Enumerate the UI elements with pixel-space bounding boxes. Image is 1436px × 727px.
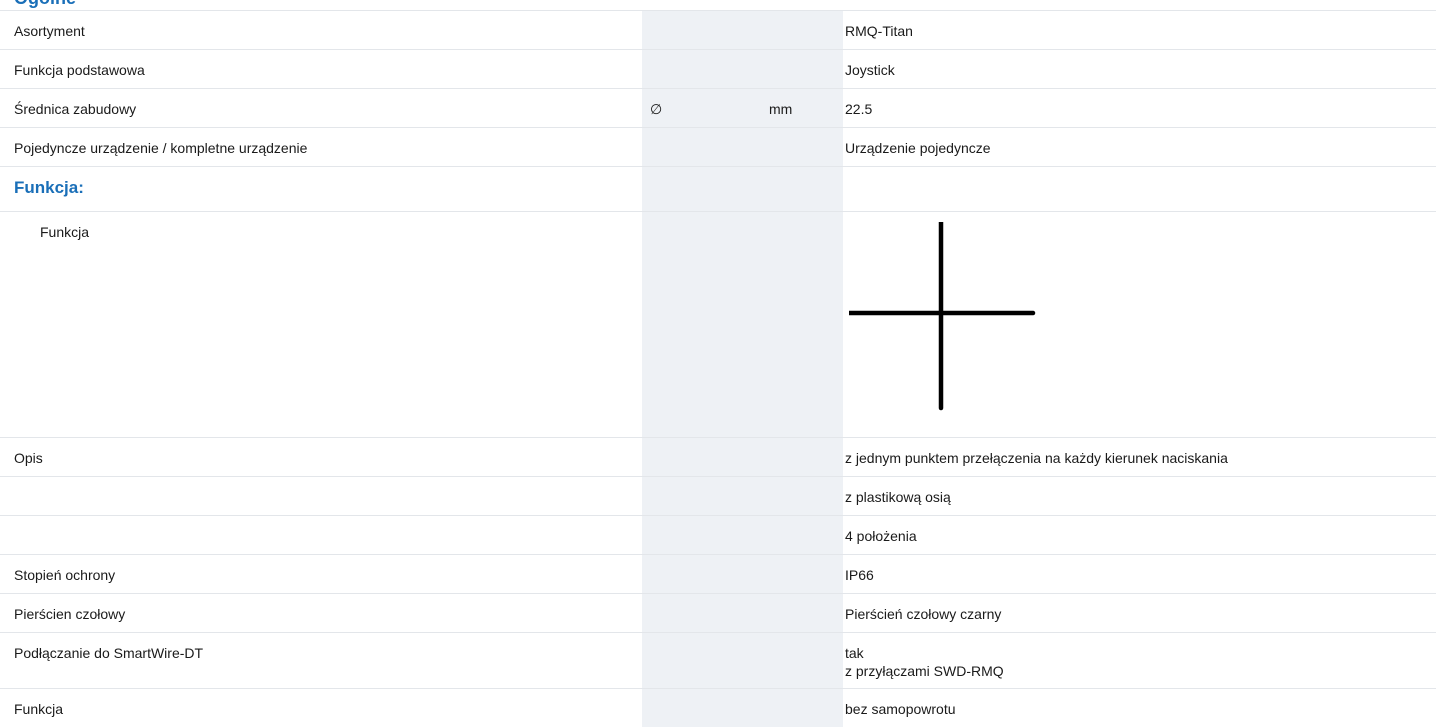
row-symbol xyxy=(650,50,766,61)
spec-table: Asortyment RMQ-Titan Funkcja podstawowa … xyxy=(0,10,1436,727)
table-row: Stopień ochrony IP66 xyxy=(0,555,1436,594)
section-header-row: Funkcja: xyxy=(0,167,1436,212)
row-label: Opis xyxy=(14,438,642,467)
row-value: z plastikową osią xyxy=(845,477,1436,506)
row-unit xyxy=(769,50,843,61)
row-value: 22.5 xyxy=(845,89,1436,118)
row-value: Joystick xyxy=(845,50,1436,79)
row-value: bez samopowrotu xyxy=(845,689,1436,718)
row-label: Pojedyncze urządzenie / kompletne urządz… xyxy=(14,128,642,157)
top-heading-strip: Ogólne xyxy=(0,0,1436,10)
table-row: Pierścien czołowy Pierścień czołowy czar… xyxy=(0,594,1436,633)
table-row: 4 położenia xyxy=(0,516,1436,555)
row-label: Asortyment xyxy=(14,11,642,40)
row-value-line: tak xyxy=(845,644,1436,662)
section-title-function: Funkcja: xyxy=(14,167,642,197)
row-label: Średnica zabudowy xyxy=(14,89,642,118)
row-value: IP66 xyxy=(845,555,1436,584)
table-row: Podłączanie do SmartWire-DT tak z przyłą… xyxy=(0,633,1436,689)
row-label: Podłączanie do SmartWire-DT xyxy=(14,633,642,662)
table-row: Pojedyncze urządzenie / kompletne urządz… xyxy=(0,128,1436,167)
table-row: Asortyment RMQ-Titan xyxy=(0,11,1436,50)
diameter-symbol: ∅ xyxy=(650,89,766,118)
row-symbol xyxy=(650,11,766,22)
row-value-line: z przyłączami SWD-RMQ xyxy=(845,662,1436,680)
table-row: Funkcja xyxy=(0,212,1436,438)
row-value: tak z przyłączami SWD-RMQ xyxy=(845,633,1436,680)
row-label: Funkcja podstawowa xyxy=(14,50,642,79)
section-heading-general: Ogólne xyxy=(14,0,76,9)
joystick-cross-symbol-icon xyxy=(849,222,1049,422)
row-value: RMQ-Titan xyxy=(845,11,1436,40)
row-unit xyxy=(769,128,843,139)
row-label: Pierścien czołowy xyxy=(14,594,642,623)
row-value: Urządzenie pojedyncze xyxy=(845,128,1436,157)
row-value: 4 położenia xyxy=(845,516,1436,545)
row-symbol xyxy=(650,128,766,139)
row-label xyxy=(14,477,642,488)
row-value: z jednym punktem przełączenia na każdy k… xyxy=(845,438,1436,467)
table-row: Średnica zabudowy ∅ mm 22.5 xyxy=(0,89,1436,128)
row-unit: mm xyxy=(769,89,843,118)
row-label: Funkcja xyxy=(14,212,642,241)
table-row: Funkcja bez samopowrotu xyxy=(0,689,1436,727)
table-row: Funkcja podstawowa Joystick xyxy=(0,50,1436,89)
table-row: Opis z jednym punktem przełączenia na ka… xyxy=(0,438,1436,477)
row-label: Stopień ochrony xyxy=(14,555,642,584)
row-label: Funkcja xyxy=(14,689,642,718)
row-value: Pierścień czołowy czarny xyxy=(845,594,1436,623)
row-label xyxy=(14,516,642,527)
table-row: z plastikową osią xyxy=(0,477,1436,516)
row-unit xyxy=(769,11,843,22)
